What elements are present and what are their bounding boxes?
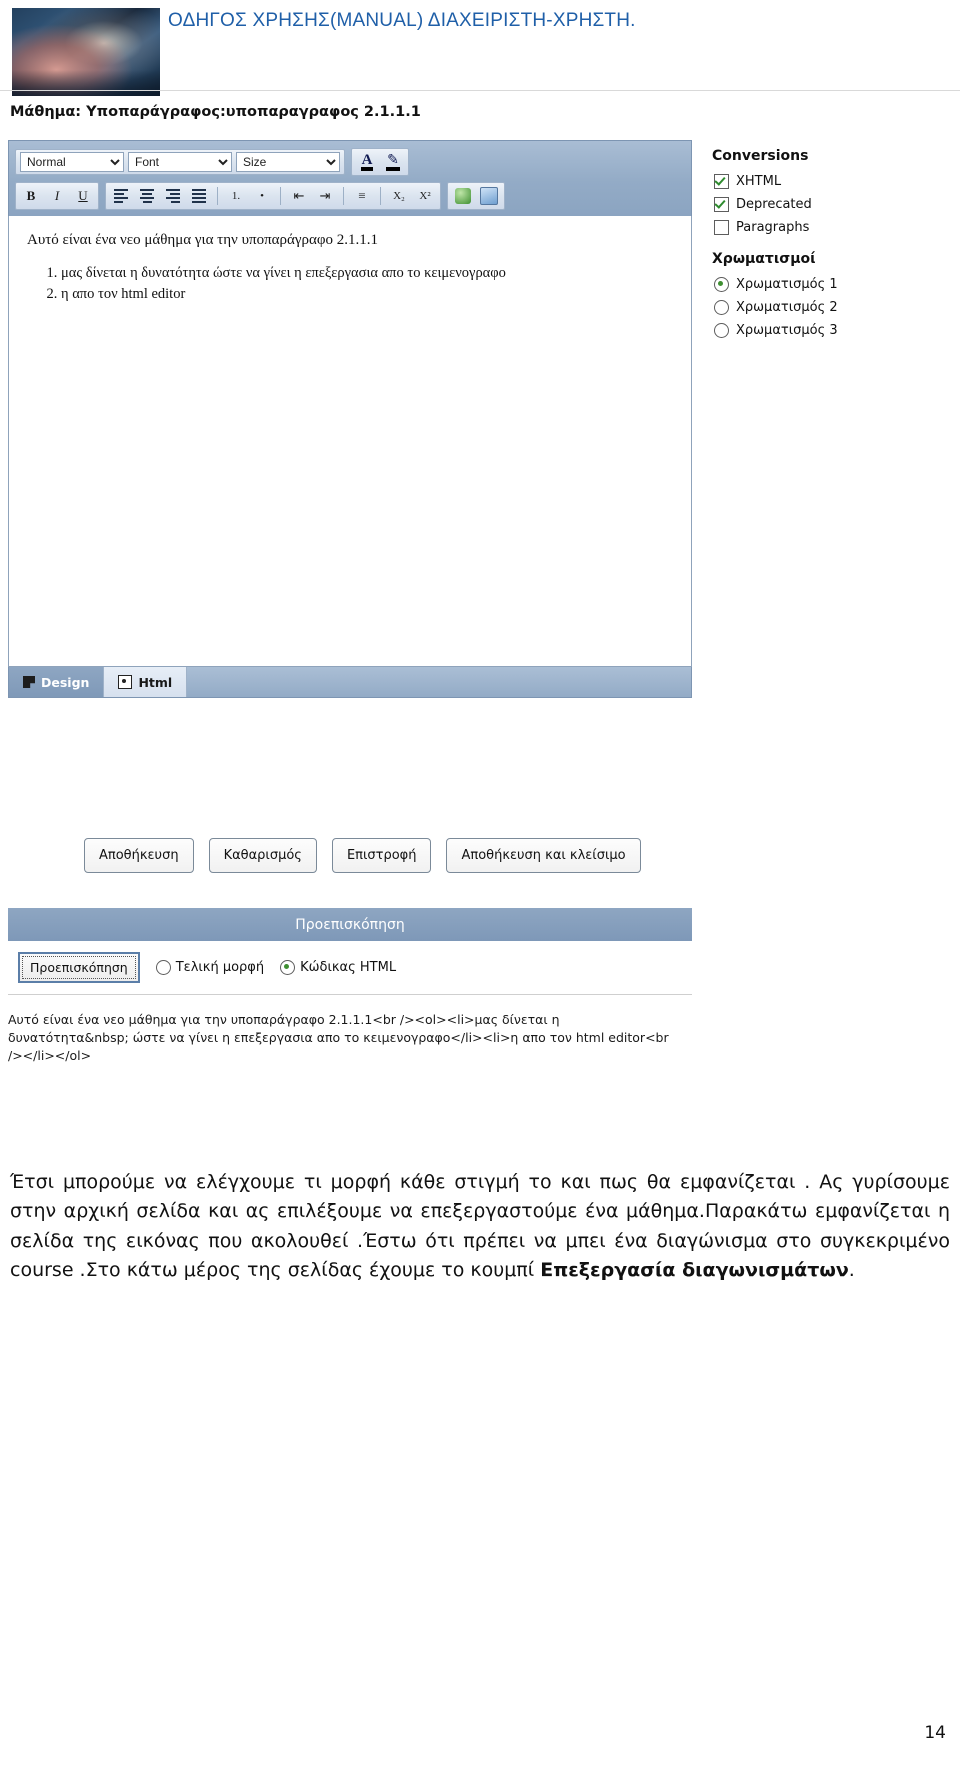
conversion-label: XHTML <box>736 174 782 189</box>
color-option-1[interactable]: Χρωματισμός 1 <box>714 277 948 292</box>
list-item: μας δίνεται η δυνατότητα ώστε να γίνει η… <box>61 265 677 282</box>
color-option-3[interactable]: Χρωματισμός 3 <box>714 323 948 338</box>
tab-html-label: Html <box>138 674 173 690</box>
document-header: ΟΔΗΓΟΣ ΧΡΗΣΗΣ(MANUAL) ΔΙΑΧΕΙΡΙΣΤΗ-ΧΡΗΣΤΗ… <box>0 0 960 96</box>
preview-controls: Προεπισκόπηση Τελική μορφή Κώδικας HTML <box>8 941 692 995</box>
editor-toolbar: Normal Font Size A ✎ B I U 1. • ⇤ ⇥ ≡ X₂… <box>8 140 692 216</box>
font-family-select[interactable]: Font <box>128 152 232 172</box>
side-options-panel: Conversions XHTML Deprecated Paragraphs … <box>712 148 948 346</box>
italic-icon[interactable]: I <box>46 185 68 207</box>
indent-icon[interactable]: ⇥ <box>314 185 336 207</box>
editor-mode-tabs: Design Html <box>8 667 692 698</box>
align-right-icon[interactable] <box>162 185 184 207</box>
design-icon <box>23 676 35 688</box>
tab-design-label: Design <box>41 674 90 690</box>
conversion-option-xhtml[interactable]: XHTML <box>714 174 948 189</box>
keyboard-hands-photo <box>12 8 160 96</box>
conversion-label: Deprecated <box>736 197 812 212</box>
header-divider <box>0 90 960 91</box>
toolbar-group-insert <box>447 182 505 210</box>
preview-header: Προεπισκόπηση <box>8 908 692 941</box>
radio-icon[interactable] <box>280 960 296 975</box>
align-justify-icon[interactable] <box>188 185 210 207</box>
superscript-icon[interactable]: X² <box>414 185 436 207</box>
save-button[interactable]: Αποθήκευση <box>84 838 194 873</box>
preview-button[interactable]: Προεπισκόπηση <box>18 952 140 983</box>
unordered-list-icon[interactable]: • <box>251 185 273 207</box>
editor-ordered-list: μας δίνεται η δυνατότητα ώστε να γίνει η… <box>39 265 677 303</box>
highlight-color-icon[interactable]: ✎ <box>382 151 404 173</box>
underline-icon[interactable]: U <box>72 185 94 207</box>
color-label: Χρωματισμός 3 <box>736 323 838 338</box>
body-text-part2: . <box>848 1259 855 1282</box>
list-item: η απο τον html editor <box>61 286 677 303</box>
checkbox-icon[interactable] <box>714 220 729 235</box>
radio-icon[interactable] <box>714 300 729 315</box>
horizontal-rule-icon[interactable]: ≡ <box>351 185 373 207</box>
radio-icon[interactable] <box>155 960 171 975</box>
conversion-option-paragraphs[interactable]: Paragraphs <box>714 220 948 235</box>
align-left-icon[interactable] <box>110 185 132 207</box>
conversions-title: Conversions <box>712 148 809 164</box>
editor-action-buttons: Αποθήκευση Καθαρισμός Επιστροφή Αποθήκευ… <box>84 838 641 873</box>
colors-title: Χρωματισμοί <box>712 251 816 267</box>
html-editor: Normal Font Size A ✎ B I U 1. • ⇤ ⇥ ≡ X₂… <box>8 140 692 698</box>
color-label: Χρωματισμός 1 <box>736 277 838 292</box>
radio-icon[interactable] <box>714 277 729 292</box>
radio-icon[interactable] <box>714 323 729 338</box>
insert-image-icon[interactable] <box>478 185 500 207</box>
checkbox-icon[interactable] <box>714 174 729 189</box>
toolbar-group-colors: A ✎ <box>351 148 409 176</box>
insert-link-icon[interactable] <box>452 185 474 207</box>
subscript-icon[interactable]: X₂ <box>388 185 410 207</box>
body-paragraph: Έτσι μπορούμε να ελέγχουμε τι μορφή κάθε… <box>10 1168 950 1286</box>
align-center-icon[interactable] <box>136 185 158 207</box>
conversion-label: Paragraphs <box>736 220 810 235</box>
clear-button[interactable]: Καθαρισμός <box>208 838 317 873</box>
html-icon <box>118 675 133 689</box>
outdent-icon[interactable]: ⇤ <box>288 185 310 207</box>
toolbar-group-format-selects: Normal Font Size <box>15 149 345 175</box>
editor-paragraph: Αυτό είναι ένα νεο μάθημα για την υποπαρ… <box>27 232 378 248</box>
toolbar-separator-3 <box>343 187 344 205</box>
toolbar-separator <box>217 187 218 205</box>
checkbox-icon[interactable] <box>714 197 729 212</box>
color-label: Χρωματισμός 2 <box>736 300 838 315</box>
save-and-close-button[interactable]: Αποθήκευση και κλείσιμο <box>446 838 641 873</box>
back-button[interactable]: Επιστροφή <box>331 838 432 873</box>
toolbar-separator-2 <box>280 187 281 205</box>
tab-html[interactable]: Html <box>103 667 188 697</box>
font-size-select[interactable]: Size <box>236 152 340 172</box>
preview-mode-final[interactable]: Τελική μορφή <box>155 960 265 975</box>
page-title: ΟΔΗΓΟΣ ΧΡΗΣΗΣ(MANUAL) ΔΙΑΧΕΙΡΙΣΤΗ-ΧΡΗΣΤΗ… <box>168 10 636 31</box>
preview-section: Προεπισκόπηση Προεπισκόπηση Τελική μορφή… <box>8 908 692 1065</box>
toolbar-group-inline: B I U <box>15 182 99 210</box>
paragraph-style-select[interactable]: Normal <box>20 152 124 172</box>
document-page: ΟΔΗΓΟΣ ΧΡΗΣΗΣ(MANUAL) ΔΙΑΧΕΙΡΙΣΤΗ-ΧΡΗΣΤΗ… <box>0 0 960 1770</box>
page-number: 14 <box>924 1723 946 1743</box>
font-color-icon[interactable]: A <box>356 151 378 173</box>
preview-html-code: Αυτό είναι ένα νεο μάθημα για την υποπαρ… <box>8 1012 669 1064</box>
conversion-option-deprecated[interactable]: Deprecated <box>714 197 948 212</box>
preview-mode-final-label: Τελική μορφή <box>175 960 265 975</box>
editor-content-area[interactable]: Αυτό είναι ένα νεο μάθημα για την υποπαρ… <box>8 216 692 667</box>
preview-mode-html[interactable]: Κώδικας HTML <box>280 960 396 975</box>
tab-design[interactable]: Design <box>9 667 104 697</box>
toolbar-row-1: Normal Font Size A ✎ <box>15 148 685 176</box>
ordered-list-icon[interactable]: 1. <box>225 185 247 207</box>
preview-mode-html-label: Κώδικας HTML <box>300 960 397 975</box>
body-text-bold: Επεξεργασία διαγωνισμάτων <box>540 1259 849 1282</box>
course-breadcrumb: Μάθημα: Υποπαράγραφος:υποπαραγραφος 2.1.… <box>10 104 421 120</box>
color-option-2[interactable]: Χρωματισμός 2 <box>714 300 948 315</box>
bold-icon[interactable]: B <box>20 185 42 207</box>
toolbar-separator-4 <box>380 187 381 205</box>
toolbar-row-2: B I U 1. • ⇤ ⇥ ≡ X₂ X² <box>15 182 685 210</box>
toolbar-group-paragraph: 1. • ⇤ ⇥ ≡ X₂ X² <box>105 182 441 210</box>
